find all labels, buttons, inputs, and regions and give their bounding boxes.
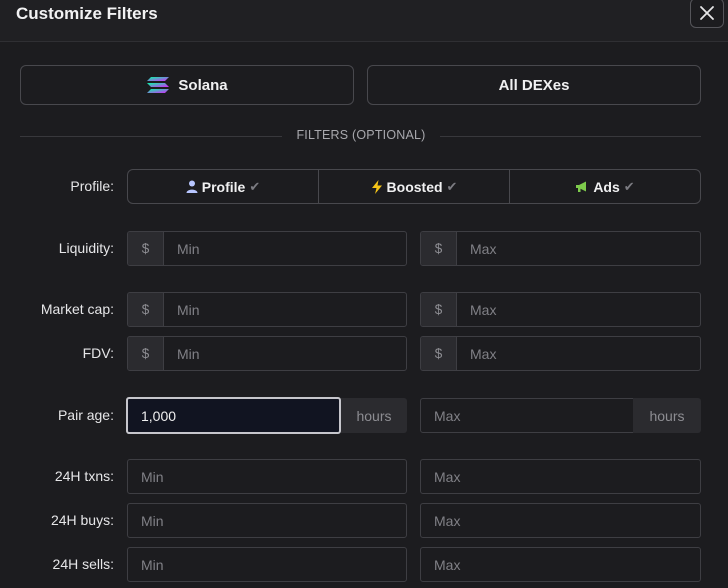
dollar-prefix: $ [421,293,457,326]
check-icon: ✔ [623,178,635,194]
txns-24h-max-field [420,459,701,494]
txns-24h-max-input[interactable] [421,460,700,493]
profile-option[interactable]: Profile ✔ [128,170,318,203]
dex-label: All DEXes [498,76,570,94]
sells-24h-min-input[interactable] [128,548,406,581]
buys-24h-label: 24H buys: [50,512,114,528]
filters-divider-label: FILTERS (OPTIONAL) [296,128,426,142]
fdv-min-input[interactable] [164,337,406,370]
fdv-label: FDV: [82,345,114,361]
buys-24h-min-field [127,503,407,538]
fdv-min-field: $ [127,336,407,371]
ads-option-label: Ads [593,178,620,195]
liquidity-max-input[interactable] [457,232,700,265]
divider-left [20,136,282,137]
dialog-header: Customize Filters [0,0,728,42]
market-cap-min-field: $ [127,292,407,327]
pair-age-min-field [126,397,341,434]
market-cap-max-field: $ [420,292,701,327]
buys-24h-max-input[interactable] [421,504,700,537]
liquidity-min-field: $ [127,231,407,266]
dialog-title: Customize Filters [16,4,158,23]
liquidity-min-input[interactable] [164,232,406,265]
pair-age-max-unit: hours [633,398,701,433]
pair-age-min-input[interactable] [128,399,339,432]
solana-icon [147,77,170,93]
txns-24h-min-input[interactable] [128,460,406,493]
sells-24h-min-field [127,547,407,582]
profile-segmented-control: Profile ✔ Boosted ✔ Ads ✔ [127,169,701,204]
market-cap-label: Market cap: [40,301,114,317]
market-cap-min-input[interactable] [164,293,406,326]
buys-24h-max-field [420,503,701,538]
sells-24h-max-field [420,547,701,582]
check-icon: ✔ [249,178,261,194]
lightning-icon [371,179,382,194]
dex-select-button[interactable]: All DEXes [367,65,701,105]
close-icon [700,6,714,20]
profile-option-label: Profile [201,178,246,195]
close-button[interactable] [690,0,724,28]
fdv-max-input[interactable] [457,337,700,370]
dollar-prefix: $ [128,232,164,265]
pair-age-min-unit: hours [341,398,407,433]
boosted-option[interactable]: Boosted ✔ [318,170,509,203]
sells-24h-max-input[interactable] [421,548,700,581]
market-cap-max-input[interactable] [457,293,700,326]
txns-24h-label: 24H txns: [54,468,114,484]
check-icon: ✔ [446,178,458,194]
pair-age-max-field [420,398,634,433]
dollar-prefix: $ [128,337,164,370]
boosted-option-label: Boosted [386,178,443,195]
pair-age-max-input[interactable] [421,399,633,432]
liquidity-label: Liquidity: [58,240,114,256]
dollar-prefix: $ [421,337,457,370]
txns-24h-min-field [127,459,407,494]
user-icon [186,180,198,193]
chain-label: Solana [178,76,228,94]
dollar-prefix: $ [128,293,164,326]
buys-24h-min-input[interactable] [128,504,406,537]
sells-24h-label: 24H sells: [52,556,114,572]
megaphone-icon [576,181,587,192]
chain-select-button[interactable]: Solana [20,65,354,105]
fdv-max-field: $ [420,336,701,371]
dollar-prefix: $ [421,232,457,265]
profile-label: Profile: [70,178,114,194]
scrollbar[interactable] [722,42,728,588]
divider-right [440,136,701,137]
pair-age-label: Pair age: [57,407,114,423]
liquidity-max-field: $ [420,231,701,266]
ads-option[interactable]: Ads ✔ [509,170,700,203]
